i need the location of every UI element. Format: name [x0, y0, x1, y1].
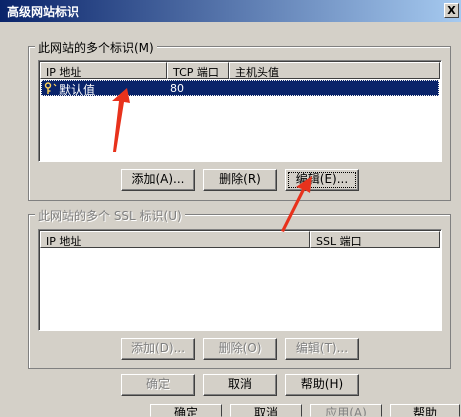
- title-bar[interactable]: 高级网站标识 X: [0, 0, 461, 22]
- ssl-identities-listview[interactable]: IP 地址 SSL 端口: [38, 229, 442, 331]
- behind-cancel-button[interactable]: 取消: [230, 404, 302, 417]
- remove-identity-button[interactable]: 删除(R): [203, 169, 277, 191]
- column-header-host[interactable]: 主机头值: [229, 62, 440, 79]
- dialog-title: 高级网站标识: [7, 5, 80, 19]
- remove-ssl-identity-button[interactable]: 删除(O): [203, 338, 277, 360]
- identity-ip-cell: 默认值: [59, 83, 96, 97]
- advanced-web-identity-dialog: 高级网站标识 X 此网站的多个标识(M) IP 地址 TCP 端口 主机头值 默…: [0, 0, 461, 417]
- column-header-ssl-port[interactable]: SSL 端口: [310, 231, 440, 248]
- add-ssl-identity-button[interactable]: 添加(D)...: [121, 338, 195, 360]
- column-header-ssl-ip[interactable]: IP 地址: [40, 231, 310, 248]
- close-button[interactable]: X: [444, 3, 459, 18]
- edit-identity-button[interactable]: 编辑(E)...: [285, 169, 359, 191]
- ssl-list-header: IP 地址 SSL 端口: [40, 231, 440, 248]
- identity-row-icon: [44, 82, 57, 94]
- ok-button[interactable]: 确定: [121, 374, 195, 396]
- close-icon: X: [447, 4, 456, 17]
- identity-port-cell: 80: [170, 82, 184, 95]
- identities-group-legend: 此网站的多个标识(M): [35, 39, 157, 56]
- help-button[interactable]: 帮助(H): [285, 374, 359, 396]
- behind-apply-button[interactable]: 应用(A): [310, 404, 382, 417]
- edit-ssl-identity-button[interactable]: 编辑(T)...: [285, 338, 359, 360]
- identities-listview[interactable]: IP 地址 TCP 端口 主机头值 默认值 80: [38, 60, 442, 162]
- behind-ok-button[interactable]: 确定: [150, 404, 222, 417]
- add-identity-button[interactable]: 添加(A)...: [121, 169, 195, 191]
- identity-row-default[interactable]: 默认值 80: [41, 80, 439, 97]
- behind-help-button[interactable]: 帮助: [390, 404, 460, 417]
- cancel-button[interactable]: 取消: [203, 374, 277, 396]
- column-header-tcp-port[interactable]: TCP 端口: [167, 62, 229, 79]
- column-header-ip[interactable]: IP 地址: [40, 62, 167, 79]
- identities-list-header: IP 地址 TCP 端口 主机头值: [40, 62, 440, 79]
- ssl-group-legend: 此网站的多个 SSL 标识(U): [35, 207, 185, 224]
